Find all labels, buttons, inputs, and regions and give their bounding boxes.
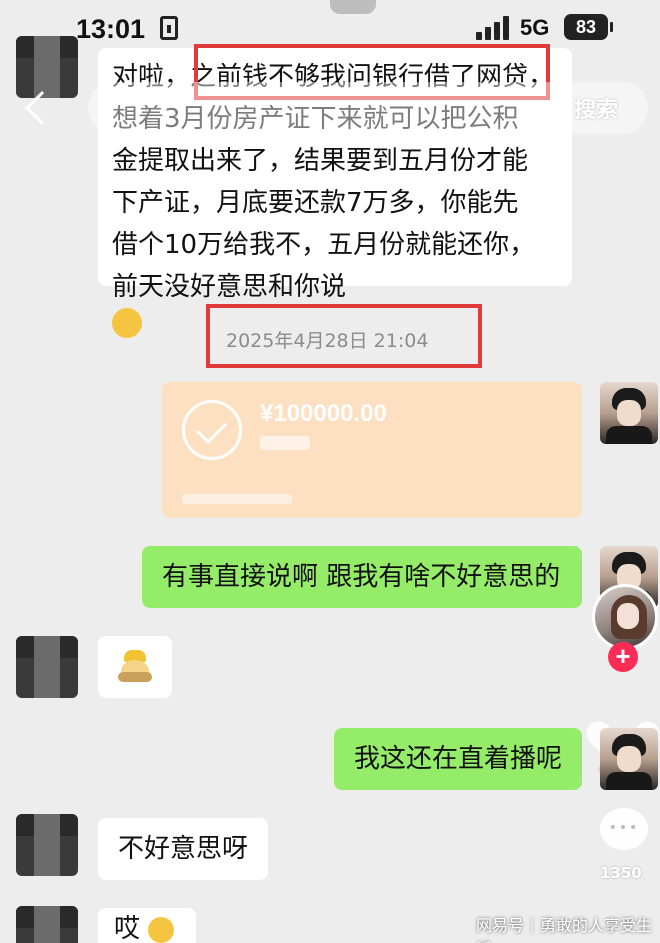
smile-emoji-icon [148,916,175,943]
check-circle-icon [182,400,242,460]
avatar-self[interactable] [600,728,658,790]
comment-count: 1350 [600,864,642,882]
timestamp: 2025年4月28日 21:04 [226,330,429,352]
signal-icon [476,16,510,40]
message-text: 有事直接说啊 跟我有啥不好意思的 [162,562,561,592]
network-label: 5G [520,15,550,40]
transfer-status [260,436,310,450]
message-bubble-sent: 有事直接说啊 跟我有啥不好意思的 [142,546,582,608]
transfer-footer [182,494,292,504]
follow-plus-icon[interactable]: + [608,642,638,672]
avatar[interactable] [16,636,78,698]
message-bubble: 不好意思呀 [98,818,268,880]
battery-indicator: 83 [564,14,613,40]
message-bubble: 哎 [98,908,196,943]
blurred-title [330,0,376,14]
message-text: 不好意思呀 [118,834,249,864]
message-text: 我这还在直着播呢 [354,744,563,774]
status-time: 13:01 [76,14,146,44]
lock-icon [160,16,178,40]
sticker-icon [118,650,152,684]
message-text: 哎 [114,914,141,943]
sticker-bubble [98,636,172,698]
message-line: 金提取出来了，结果要到五月份才能 [112,146,529,176]
message-line: 前天没好意思和你说 [112,272,347,302]
transfer-amount: ¥100000.00 [260,400,387,427]
search-bar[interactable]: 搜索 [88,82,648,134]
message-line: 借个10万给我不，五月份就能还你， [112,230,536,260]
avatar[interactable] [16,36,78,98]
comment-icon[interactable]: ••• [600,808,648,850]
avatar-self[interactable] [600,382,658,444]
message-bubble-sent: 我这还在直着播呢 [334,728,582,790]
avatar[interactable] [16,814,78,876]
facepalm-emoji-icon [112,308,142,338]
search-button[interactable]: 搜索 [574,92,618,124]
watermark: 网易号｜勇敢的人享受生活 [476,916,653,943]
message-line: 下产证，月底要还款7万多，你能先 [112,188,519,218]
transfer-card[interactable]: ¥100000.00 [162,382,582,518]
avatar[interactable] [16,906,78,943]
